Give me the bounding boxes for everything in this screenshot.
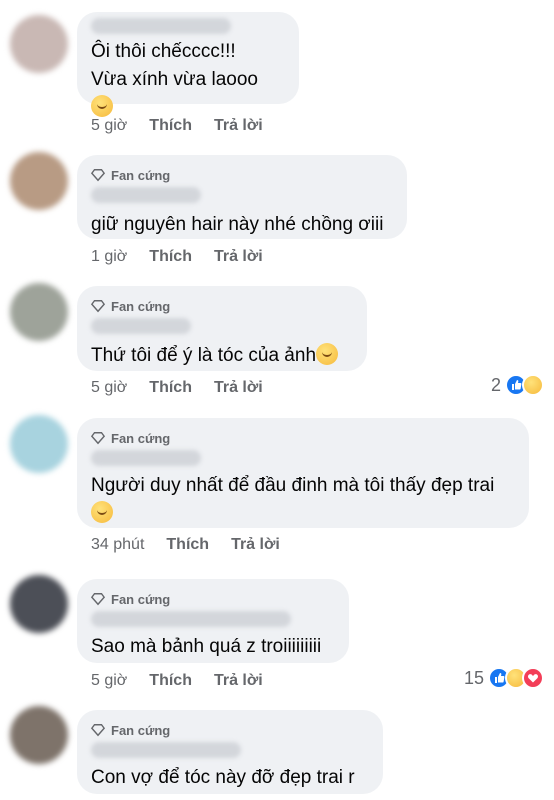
avatar[interactable] (10, 575, 68, 633)
comment-bubble: Fan cứng Con vợ để tóc này đỡ đẹp trai r (77, 710, 383, 794)
pensive-face-emoji (91, 501, 113, 523)
comment-text: Thứ tôi để ý là tóc của ảnh (91, 342, 353, 370)
comment-actions: 34 phút Thích Trả lời (91, 536, 280, 554)
commenter-name[interactable] (91, 611, 291, 627)
like-button[interactable]: Thích (166, 536, 209, 554)
commenter-name[interactable] (91, 742, 241, 758)
reply-button[interactable]: Trả lời (214, 672, 263, 690)
comment-bubble: Ôi thôi chếcccc!!! Vừa xính vừa laooo (77, 12, 299, 117)
fan-badge: Fan cứng (91, 722, 369, 738)
fan-badge: Fan cứng (91, 591, 335, 607)
love-reaction-icon (522, 667, 544, 689)
like-button[interactable]: Thích (149, 117, 192, 135)
comment-text: Người duy nhất để đầu đinh mà tôi thấy đ… (91, 472, 515, 528)
avatar[interactable] (10, 283, 68, 341)
reply-button[interactable]: Trả lời (214, 117, 263, 135)
reaction-summary[interactable]: 2 (491, 374, 544, 396)
commenter-name[interactable] (91, 318, 191, 334)
avatar[interactable] (10, 152, 68, 210)
kissing-face-emoji (91, 95, 113, 117)
comment-time[interactable]: 5 giờ (91, 379, 127, 397)
comment-time[interactable]: 5 giờ (91, 672, 127, 690)
comment-actions: 5 giờ Thích Trả lời (91, 117, 263, 135)
reply-button[interactable]: Trả lời (214, 379, 263, 397)
comment-actions: 5 giờ Thích Trả lời (91, 672, 263, 690)
comment-text: Con vợ để tóc này đỡ đẹp trai r (91, 767, 355, 788)
diamond-icon (91, 300, 105, 313)
comment-actions: 5 giờ Thích Trả lời (91, 379, 263, 397)
haha-reaction-icon (522, 374, 544, 396)
comment-text: Sao mà bảnh quá z troiiiiiiiii (91, 636, 322, 657)
comment-bubble: Fan cứng Thứ tôi để ý là tóc của ảnh (77, 286, 367, 371)
diamond-icon (91, 169, 105, 182)
commenter-name[interactable] (91, 450, 201, 466)
comment-bubble: Fan cứng giữ nguyên hair này nhé chồng ơ… (77, 155, 407, 239)
comment-bubble: Fan cứng Người duy nhất để đầu đinh mà t… (77, 418, 529, 528)
avatar[interactable] (10, 415, 68, 473)
commenter-name[interactable] (91, 187, 201, 203)
comment-time[interactable]: 1 giờ (91, 248, 127, 266)
reaction-count: 15 (463, 667, 484, 688)
reaction-summary[interactable]: 15 (464, 667, 544, 689)
star-struck-emoji (316, 343, 339, 365)
diamond-icon (91, 593, 105, 606)
fan-badge: Fan cứng (91, 298, 353, 314)
comment-actions: 1 giờ Thích Trả lời (91, 248, 263, 266)
like-button[interactable]: Thích (149, 672, 192, 690)
diamond-icon (91, 724, 105, 737)
comment-time[interactable]: 5 giờ (91, 117, 127, 135)
like-button[interactable]: Thích (149, 248, 192, 266)
like-button[interactable]: Thích (149, 379, 192, 397)
comment-bubble: Fan cứng Sao mà bảnh quá z troiiiiiiiii (77, 579, 349, 663)
diamond-icon (91, 432, 105, 445)
comment-text: giữ nguyên hair này nhé chồng ơiii (91, 214, 384, 235)
avatar[interactable] (10, 15, 68, 73)
reaction-count: 2 (490, 374, 501, 395)
reply-button[interactable]: Trả lời (231, 536, 280, 554)
reply-button[interactable]: Trả lời (214, 248, 263, 266)
comment-text: Ôi thôi chếcccc!!! Vừa xính vừa laooo (91, 38, 285, 122)
fan-badge: Fan cứng (91, 167, 393, 183)
fan-badge: Fan cứng (91, 430, 515, 446)
avatar[interactable] (10, 706, 68, 764)
commenter-name[interactable] (91, 18, 231, 34)
comment-time[interactable]: 34 phút (91, 536, 144, 554)
